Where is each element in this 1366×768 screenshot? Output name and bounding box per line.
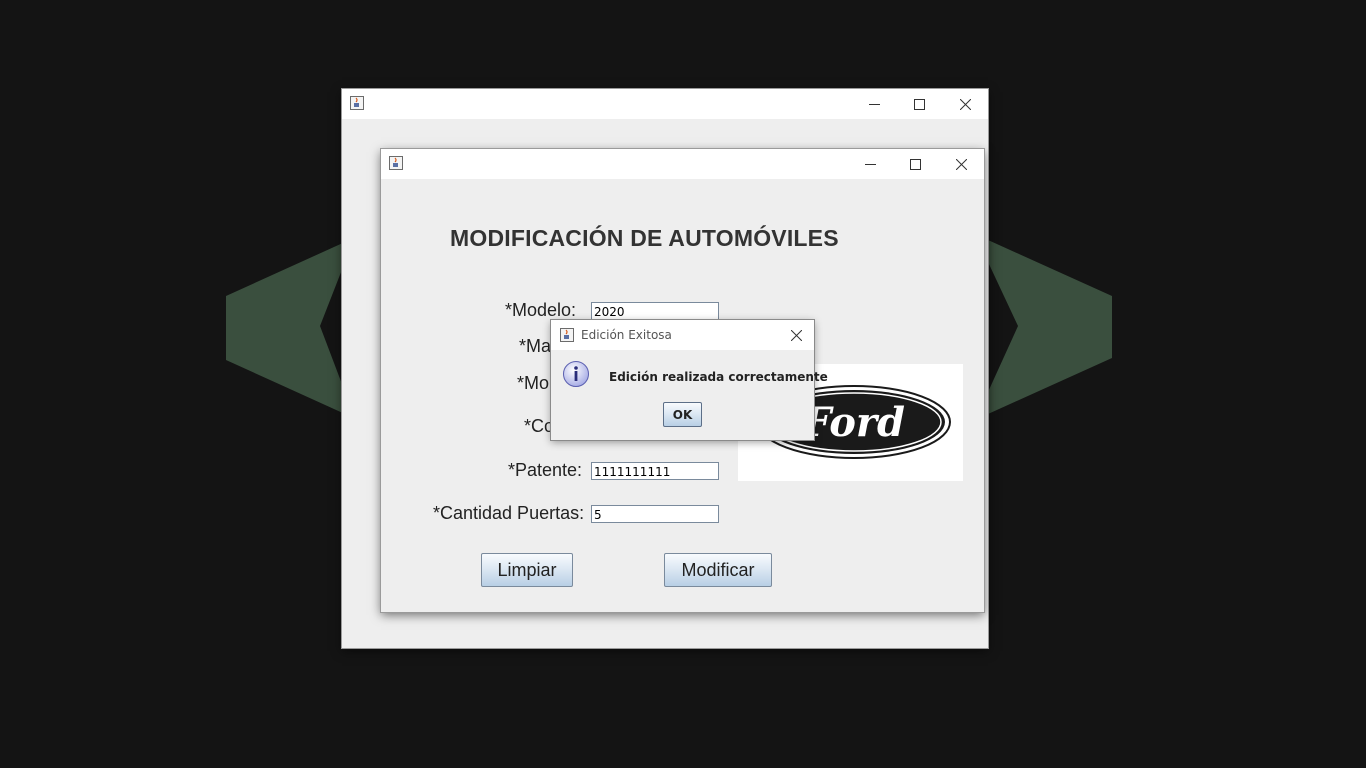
modelo-label: *Modelo: xyxy=(505,300,577,320)
modificar-button-label: Modificar xyxy=(681,560,755,580)
maximize-icon xyxy=(914,99,925,110)
wallpaper-right-chevron xyxy=(988,240,1112,414)
modelo-field[interactable] xyxy=(591,302,719,320)
patente-label: *Patente: xyxy=(508,460,583,480)
outer-close-button[interactable] xyxy=(942,89,988,119)
wallpaper-left-chevron xyxy=(226,242,345,414)
dialog-titlebar[interactable]: Edición Exitosa xyxy=(551,320,814,350)
dialog-message: Edición realizada correctamente xyxy=(609,370,828,384)
outer-minimize-button[interactable] xyxy=(851,89,897,119)
ok-button[interactable]: OK xyxy=(663,402,702,427)
java-coffee-icon xyxy=(350,96,364,110)
outer-window-titlebar[interactable] xyxy=(342,89,988,119)
modificar-button[interactable]: Modificar xyxy=(664,553,772,587)
ok-button-label: OK xyxy=(672,408,693,422)
page-title: MODIFICACIÓN DE AUTOMÓVILES xyxy=(450,225,839,251)
inner-maximize-button[interactable] xyxy=(892,149,938,179)
minimize-icon xyxy=(865,164,876,165)
marca-label: *Ma xyxy=(519,336,552,356)
ford-logo-text: Ford xyxy=(802,399,905,446)
limpiar-button-label: Limpiar xyxy=(497,560,557,580)
limpiar-button[interactable]: Limpiar xyxy=(481,553,573,587)
outer-maximize-button[interactable] xyxy=(896,89,942,119)
motor-label: *Mo xyxy=(517,373,550,393)
car-edit-window-titlebar[interactable] xyxy=(381,149,984,179)
dialog-title: Edición Exitosa xyxy=(581,328,672,342)
maximize-icon xyxy=(910,159,921,170)
patente-field[interactable] xyxy=(591,462,719,480)
java-coffee-icon xyxy=(560,328,574,342)
cantidad-puertas-label: *Cantidad Puertas: xyxy=(433,503,585,523)
success-dialog: Edición Exitosa Edición realizada correc… xyxy=(551,320,828,440)
inner-close-button[interactable] xyxy=(938,149,984,179)
close-icon xyxy=(960,99,971,110)
dialog-close-button[interactable] xyxy=(777,320,814,350)
close-icon xyxy=(791,330,802,341)
cantidad-puertas-field[interactable] xyxy=(591,505,719,523)
minimize-icon xyxy=(869,104,880,105)
java-coffee-icon xyxy=(389,156,403,170)
close-icon xyxy=(956,159,967,170)
info-icon xyxy=(563,361,589,387)
inner-minimize-button[interactable] xyxy=(847,149,893,179)
color-label: *Co xyxy=(524,416,555,436)
